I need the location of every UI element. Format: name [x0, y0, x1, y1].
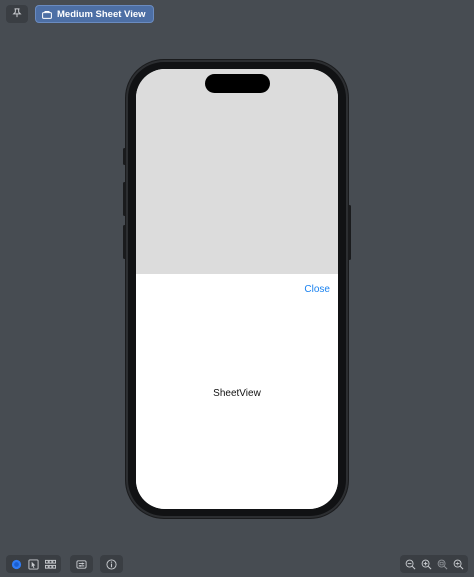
- zoom-100-icon[interactable]: [452, 557, 464, 571]
- power-button: [348, 205, 351, 260]
- medium-sheet: Close SheetView: [136, 274, 338, 509]
- volume-up-button: [123, 182, 126, 216]
- device-settings-group: [70, 555, 93, 573]
- preview-mode-group: [6, 555, 61, 573]
- preview-label: Medium Sheet View: [57, 8, 146, 20]
- device-screen: Close SheetView: [136, 69, 338, 509]
- volume-down-button: [123, 225, 126, 259]
- zoom-fit-icon[interactable]: [436, 557, 448, 571]
- bag-icon: [42, 10, 52, 19]
- action-button: [123, 148, 126, 165]
- info-icon[interactable]: [104, 557, 118, 571]
- selectable-icon[interactable]: [27, 557, 40, 571]
- zoom-out-icon[interactable]: [404, 557, 416, 571]
- preview-selector-button[interactable]: Medium Sheet View: [35, 5, 154, 23]
- info-group: [100, 555, 123, 573]
- device-settings-icon[interactable]: [74, 557, 88, 571]
- variants-grid-icon[interactable]: [44, 557, 57, 571]
- pin-button[interactable]: [6, 5, 28, 23]
- sheet-view-label: SheetView: [213, 388, 261, 399]
- dynamic-island: [205, 74, 270, 93]
- live-preview-icon[interactable]: [10, 557, 23, 571]
- pin-icon: [12, 7, 22, 21]
- zoom-controls-group: [400, 555, 468, 573]
- presenting-view-backdrop: [136, 69, 338, 274]
- close-button[interactable]: Close: [304, 284, 330, 295]
- iphone-device-frame: Close SheetView: [123, 60, 351, 518]
- zoom-in-icon[interactable]: [420, 557, 432, 571]
